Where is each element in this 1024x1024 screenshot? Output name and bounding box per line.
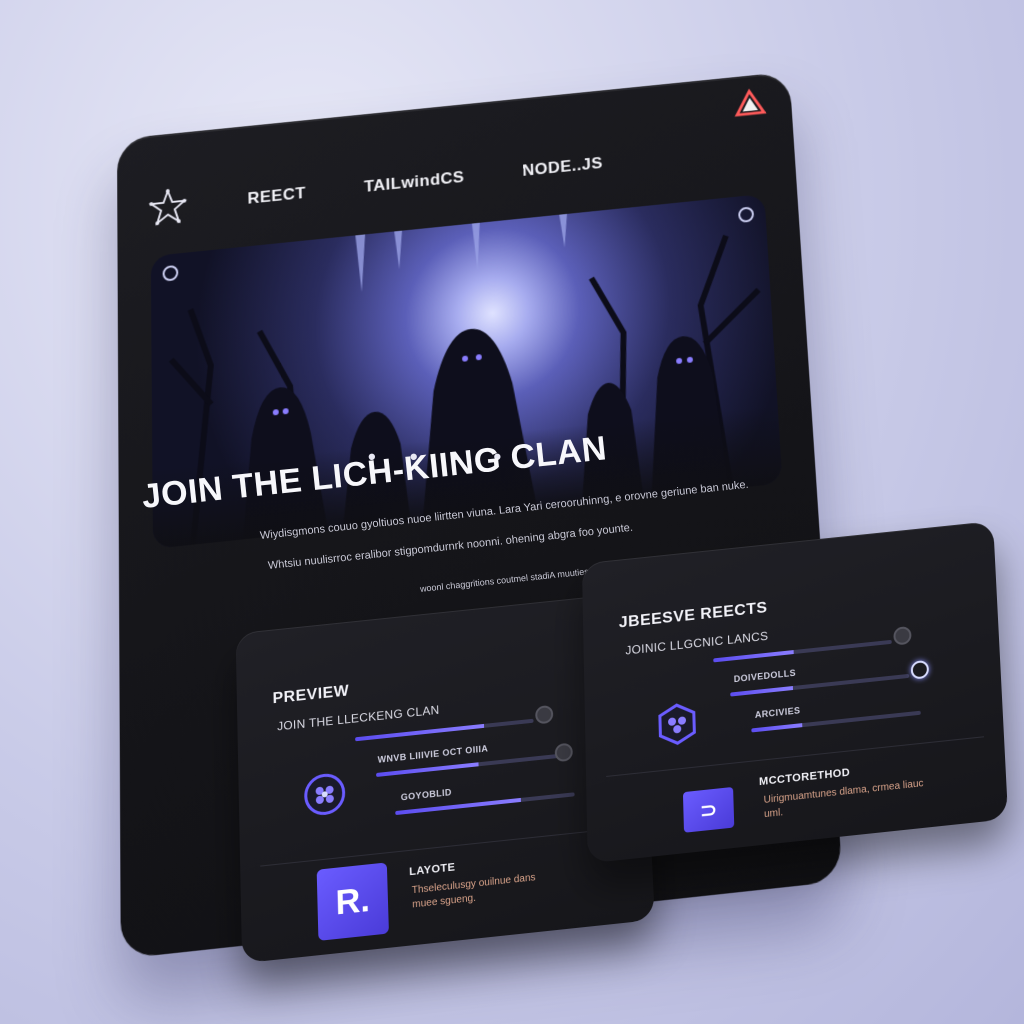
hex-badge-icon[interactable] — [655, 700, 700, 749]
reserve-toggle-1[interactable] — [893, 626, 912, 646]
reserve-footer-title: MCCTORETHOD — [759, 767, 851, 789]
clan-emblem-icon[interactable] — [302, 770, 347, 819]
hook-tile-icon[interactable]: ⊃ — [683, 787, 734, 833]
preview-progress-2-fill — [376, 762, 479, 777]
page: REECT TAILwindCS NODE..JS • • • • JOIN T… — [0, 0, 1024, 1024]
preview-toggle-2[interactable] — [554, 743, 573, 763]
reserve-progress-2-fill — [730, 686, 793, 697]
nav-item-tailwind[interactable]: TAILwindCS — [364, 168, 465, 197]
nav-item-node[interactable]: NODE..JS — [522, 154, 603, 181]
preview-row-2-label: GOYOBLID — [401, 787, 452, 802]
pentagram-logo-icon[interactable] — [146, 184, 189, 230]
preview-row-1-label: WNVB LIIIVIE OCT OIIIA — [378, 743, 489, 764]
nav-item-react[interactable]: REECT — [247, 184, 306, 209]
reserve-toggle-2[interactable] — [911, 660, 930, 680]
triangle-logo-icon[interactable] — [733, 87, 767, 118]
reserve-row-1-label: DOIVEDOLLS — [734, 668, 796, 684]
preview-title: PREVIEW — [272, 683, 349, 709]
react-tile-icon[interactable]: R. — [317, 862, 389, 940]
reserve-card: JBEESVE REECTS JOINIC LLGCNIC LANCS DOIV… — [582, 521, 1008, 863]
preview-footer-text: Thseleculusgy ouilnue dans muee sgueng. — [412, 871, 537, 912]
reserve-progress-1-fill — [713, 650, 794, 662]
reserve-progress-3-fill — [751, 723, 802, 732]
reserve-title: JBEESVE REECTS — [619, 599, 768, 632]
preview-divider — [260, 827, 630, 867]
preview-subtitle: JOIN THE LLECKENG CLAN — [277, 703, 440, 734]
preview-progress-1-fill — [355, 724, 484, 741]
reserve-row-2-label: ARCIVIES — [755, 705, 801, 720]
preview-toggle-1[interactable] — [535, 705, 554, 725]
reserve-subtitle: JOINIC LLGCNIC LANCS — [625, 629, 768, 658]
preview-footer-title: LAYOTE — [409, 861, 456, 878]
